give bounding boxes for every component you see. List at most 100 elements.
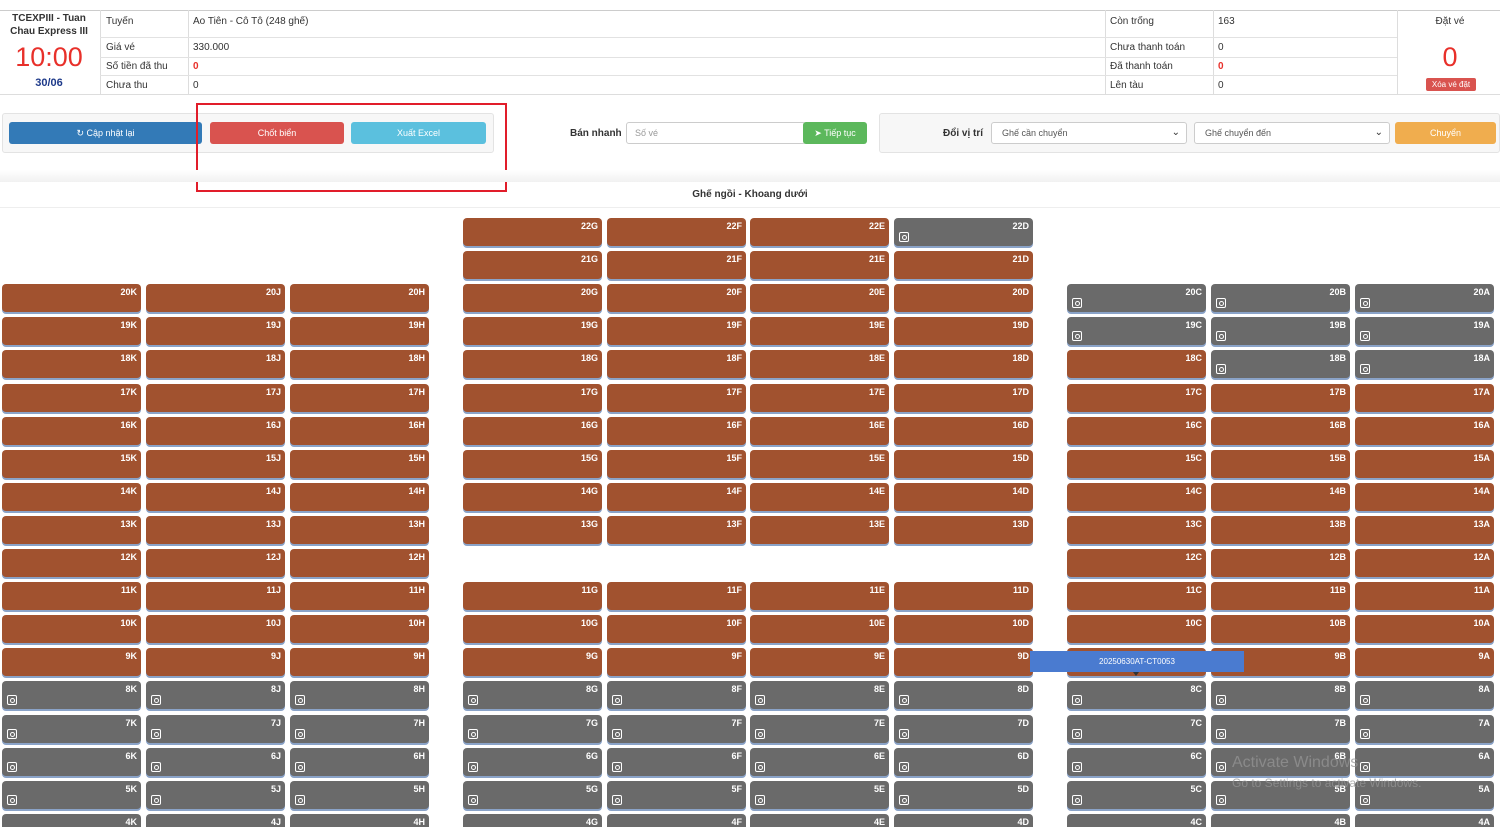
seat-16E[interactable]: 16E xyxy=(750,417,889,445)
seat-7F[interactable]: 7F xyxy=(607,715,746,743)
seat-14E[interactable]: 14E xyxy=(750,483,889,511)
seat-19C[interactable]: 19C xyxy=(1067,317,1206,345)
seat-6H[interactable]: 6H xyxy=(290,748,429,776)
seat-14F[interactable]: 14F xyxy=(607,483,746,511)
seat-21F[interactable]: 21F xyxy=(607,251,746,279)
seat-17H[interactable]: 17H xyxy=(290,384,429,412)
seat-4E[interactable]: 4E xyxy=(750,814,889,827)
seat-15J[interactable]: 15J xyxy=(146,450,285,478)
seat-15D[interactable]: 15D xyxy=(894,450,1033,478)
seat-7C[interactable]: 7C xyxy=(1067,715,1206,743)
seat-14J[interactable]: 14J xyxy=(146,483,285,511)
seat-18C[interactable]: 18C xyxy=(1067,350,1206,378)
seat-15G[interactable]: 15G xyxy=(463,450,602,478)
move-button[interactable]: Chuyển xyxy=(1395,122,1496,144)
seat-20C[interactable]: 20C xyxy=(1067,284,1206,312)
seat-15B[interactable]: 15B xyxy=(1211,450,1350,478)
seat-11A[interactable]: 11A xyxy=(1355,582,1494,610)
seat-8K[interactable]: 8K xyxy=(2,681,141,709)
seat-12C[interactable]: 12C xyxy=(1067,549,1206,577)
seat-4C[interactable]: 4C xyxy=(1067,814,1206,827)
seat-21D[interactable]: 21D xyxy=(894,251,1033,279)
seat-13F[interactable]: 13F xyxy=(607,516,746,544)
seat-13J[interactable]: 13J xyxy=(146,516,285,544)
seat-20A[interactable]: 20A xyxy=(1355,284,1494,312)
seat-20B[interactable]: 20B xyxy=(1211,284,1350,312)
seat-14H[interactable]: 14H xyxy=(290,483,429,511)
seat-18K[interactable]: 18K xyxy=(2,350,141,378)
seat-12H[interactable]: 12H xyxy=(290,549,429,577)
ticket-number-input[interactable]: Số vé xyxy=(626,122,806,144)
seat-5C[interactable]: 5C xyxy=(1067,781,1206,809)
seat-11C[interactable]: 11C xyxy=(1067,582,1206,610)
seat-20G[interactable]: 20G xyxy=(463,284,602,312)
seat-17B[interactable]: 17B xyxy=(1211,384,1350,412)
seat-16C[interactable]: 16C xyxy=(1067,417,1206,445)
seat-9F[interactable]: 9F xyxy=(607,648,746,676)
seat-13E[interactable]: 13E xyxy=(750,516,889,544)
seat-19G[interactable]: 19G xyxy=(463,317,602,345)
seat-13B[interactable]: 13B xyxy=(1211,516,1350,544)
seat-6J[interactable]: 6J xyxy=(146,748,285,776)
seat-14G[interactable]: 14G xyxy=(463,483,602,511)
seat-21G[interactable]: 21G xyxy=(463,251,602,279)
seat-16A[interactable]: 16A xyxy=(1355,417,1494,445)
to-seat-select[interactable]: Ghế chuyển đến ⌄ xyxy=(1194,122,1390,144)
seat-10B[interactable]: 10B xyxy=(1211,615,1350,643)
seat-4D[interactable]: 4D xyxy=(894,814,1033,827)
seat-8A[interactable]: 8A xyxy=(1355,681,1494,709)
seat-17E[interactable]: 17E xyxy=(750,384,889,412)
seat-11F[interactable]: 11F xyxy=(607,582,746,610)
seat-15H[interactable]: 15H xyxy=(290,450,429,478)
seat-10G[interactable]: 10G xyxy=(463,615,602,643)
seat-8C[interactable]: 8C xyxy=(1067,681,1206,709)
seat-13K[interactable]: 13K xyxy=(2,516,141,544)
seat-17D[interactable]: 17D xyxy=(894,384,1033,412)
seat-15A[interactable]: 15A xyxy=(1355,450,1494,478)
seat-15C[interactable]: 15C xyxy=(1067,450,1206,478)
seat-7B[interactable]: 7B xyxy=(1211,715,1350,743)
seat-6F[interactable]: 6F xyxy=(607,748,746,776)
seat-17K[interactable]: 17K xyxy=(2,384,141,412)
seat-8B[interactable]: 8B xyxy=(1211,681,1350,709)
seat-10K[interactable]: 10K xyxy=(2,615,141,643)
seat-20E[interactable]: 20E xyxy=(750,284,889,312)
seat-6K[interactable]: 6K xyxy=(2,748,141,776)
seat-6A[interactable]: 6A xyxy=(1355,748,1494,776)
seat-8J[interactable]: 8J xyxy=(146,681,285,709)
seat-18G[interactable]: 18G xyxy=(463,350,602,378)
seat-16H[interactable]: 16H xyxy=(290,417,429,445)
seat-6E[interactable]: 6E xyxy=(750,748,889,776)
seat-19F[interactable]: 19F xyxy=(607,317,746,345)
seat-5D[interactable]: 5D xyxy=(894,781,1033,809)
seat-13H[interactable]: 13H xyxy=(290,516,429,544)
seat-8D[interactable]: 8D xyxy=(894,681,1033,709)
seat-5H[interactable]: 5H xyxy=(290,781,429,809)
seat-11E[interactable]: 11E xyxy=(750,582,889,610)
seat-7H[interactable]: 7H xyxy=(290,715,429,743)
seat-17C[interactable]: 17C xyxy=(1067,384,1206,412)
seat-21E[interactable]: 21E xyxy=(750,251,889,279)
seat-19H[interactable]: 19H xyxy=(290,317,429,345)
seat-18D[interactable]: 18D xyxy=(894,350,1033,378)
seat-9H[interactable]: 9H xyxy=(290,648,429,676)
seat-14B[interactable]: 14B xyxy=(1211,483,1350,511)
seat-10E[interactable]: 10E xyxy=(750,615,889,643)
seat-8G[interactable]: 8G xyxy=(463,681,602,709)
seat-15E[interactable]: 15E xyxy=(750,450,889,478)
seat-11B[interactable]: 11B xyxy=(1211,582,1350,610)
seat-18J[interactable]: 18J xyxy=(146,350,285,378)
seat-10A[interactable]: 10A xyxy=(1355,615,1494,643)
seat-22D[interactable]: 22D xyxy=(894,218,1033,246)
seat-12J[interactable]: 12J xyxy=(146,549,285,577)
seat-8E[interactable]: 8E xyxy=(750,681,889,709)
seat-8F[interactable]: 8F xyxy=(607,681,746,709)
seat-5F[interactable]: 5F xyxy=(607,781,746,809)
seat-5J[interactable]: 5J xyxy=(146,781,285,809)
seat-9K[interactable]: 9K xyxy=(2,648,141,676)
seat-9D[interactable]: 9D xyxy=(894,648,1033,676)
seat-11K[interactable]: 11K xyxy=(2,582,141,610)
seat-5K[interactable]: 5K xyxy=(2,781,141,809)
seat-16K[interactable]: 16K xyxy=(2,417,141,445)
seat-14C[interactable]: 14C xyxy=(1067,483,1206,511)
